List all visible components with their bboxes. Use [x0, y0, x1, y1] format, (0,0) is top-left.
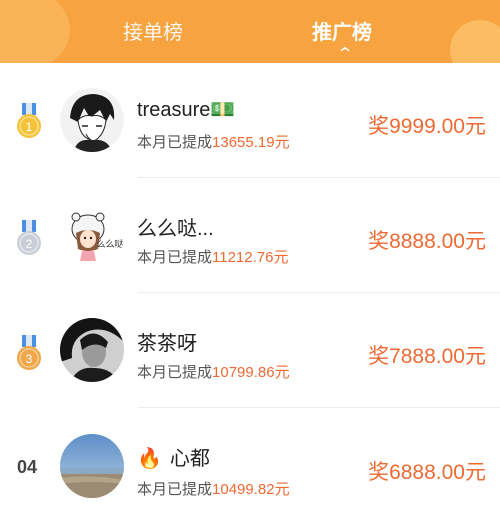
beach-avatar-icon: [60, 434, 124, 498]
avatar[interactable]: [60, 434, 124, 498]
withdrawn-label: 本月已提成: [137, 364, 213, 381]
avatar[interactable]: [60, 88, 124, 152]
user-name-text: treasure: [137, 99, 211, 121]
user-name: treasure💵: [137, 97, 235, 122]
anime-boy-avatar-icon: [60, 88, 124, 152]
withdrawn-amount: 10799.86元: [212, 364, 290, 381]
leaderboard-row[interactable]: 1 treasure💵 本月已提成13655.19元 奖9999.00元: [0, 63, 500, 178]
withdrawn-summary: 本月已提成11212.76元: [137, 246, 288, 267]
withdrawn-amount: 13655.19元: [212, 134, 290, 151]
header-decoration: [450, 20, 500, 63]
active-tab-indicator-icon: [340, 46, 350, 52]
withdrawn-summary: 本月已提成10499.82元: [137, 478, 290, 499]
portrait-avatar-icon: [60, 318, 124, 382]
user-name-text: 心都: [169, 448, 210, 470]
withdrawn-amount: 11212.76元: [212, 249, 289, 266]
withdrawn-label: 本月已提成: [137, 249, 213, 266]
avatar[interactable]: 么么哒: [60, 203, 124, 267]
silver-medal-icon: 2: [17, 220, 41, 255]
withdrawn-label: 本月已提成: [137, 134, 213, 151]
leaderboard-row[interactable]: 04 🔥 心都 本月已提成10499.82元 奖6888.00元: [0, 408, 500, 523]
tab-promotion-ranking[interactable]: 推广榜: [312, 16, 372, 45]
prize-amount: 奖7888.00元: [368, 345, 486, 368]
withdrawn-amount: 10499.82元: [212, 481, 290, 498]
bronze-medal-icon: 3: [17, 335, 41, 370]
medal-rank: 3: [26, 352, 33, 366]
header-decoration: [0, 0, 70, 63]
leaderboard-row[interactable]: 3 茶茶呀 本月已提成10799.86元 奖7888.00元: [0, 293, 500, 408]
tab-orders-ranking[interactable]: 接单榜: [123, 16, 183, 45]
gold-medal-icon: 1: [17, 103, 41, 138]
medal-rank: 1: [26, 120, 33, 134]
user-name: 茶茶呀: [137, 333, 197, 355]
user-name: 么么哒...: [137, 218, 214, 240]
money-emoji-icon: 💵: [210, 99, 236, 121]
tab-header: 接单榜 推广榜: [0, 0, 500, 63]
rank-number: 04: [17, 457, 38, 477]
medal-rank: 2: [26, 237, 33, 251]
cartoon-girl-avatar-icon: 么么哒: [60, 203, 124, 267]
prize-amount: 奖9999.00元: [368, 115, 486, 138]
leaderboard-row[interactable]: 2 么么哒 么么哒... 本月已提成11212.76元 奖8888.00元: [0, 178, 500, 293]
withdrawn-summary: 本月已提成13655.19元: [137, 131, 290, 152]
user-name: 🔥 心都: [137, 442, 210, 471]
withdrawn-summary: 本月已提成10799.86元: [137, 361, 290, 382]
prize-amount: 奖8888.00元: [368, 230, 486, 253]
withdrawn-label: 本月已提成: [137, 481, 213, 498]
svg-text:么么哒: 么么哒: [96, 238, 123, 250]
prize-amount: 奖6888.00元: [368, 461, 486, 484]
avatar[interactable]: [60, 318, 124, 382]
fire-emoji-icon: 🔥: [137, 448, 162, 470]
